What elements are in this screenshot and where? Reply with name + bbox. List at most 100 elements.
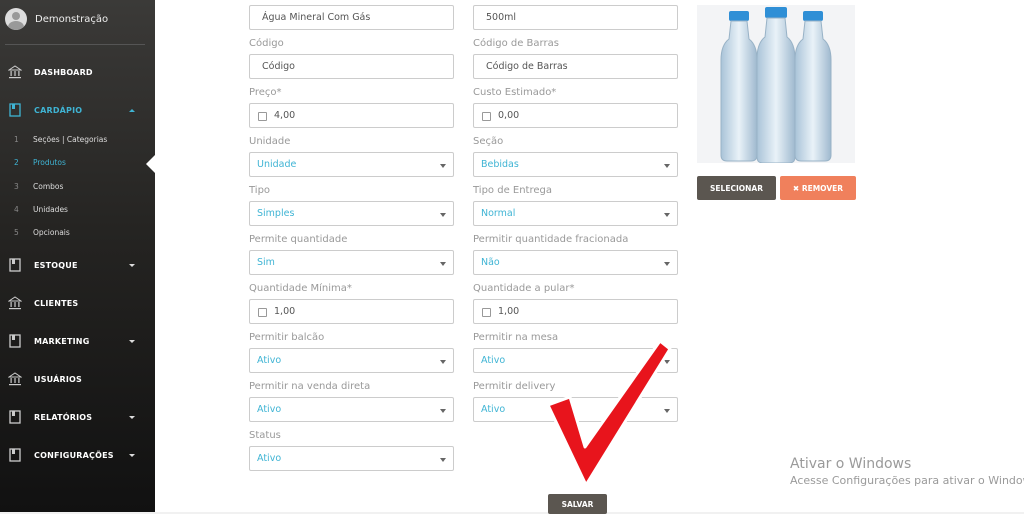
chevron-down-icon [664, 164, 670, 168]
submenu-item-unidades[interactable]: 4 Unidades [0, 205, 155, 219]
watermark-title: Ativar o Windows [790, 456, 912, 472]
book-icon [9, 258, 21, 272]
bank-icon [8, 296, 22, 310]
chevron-down-icon [664, 213, 670, 217]
user-profile[interactable]: Demonstração [5, 8, 108, 30]
chevron-down-icon [440, 360, 446, 364]
preco-input[interactable]: 4,00 [249, 103, 454, 128]
quantidade-fracionada-label: Permitir quantidade fracionada [473, 234, 629, 245]
remove-image-button[interactable]: ✖ REMOVER [780, 176, 856, 200]
balcao-select[interactable]: Ativo [249, 348, 454, 373]
submenu-label: Combos [33, 182, 64, 191]
sidebar-item-label: USUÁRIOS [34, 374, 82, 384]
input-value: 4,00 [274, 110, 296, 121]
quantidade-pular-input[interactable]: 1,00 [473, 299, 678, 324]
submenu-label: Unidades [33, 205, 68, 214]
sidebar-item-estoque[interactable]: ESTOQUE [0, 255, 155, 275]
active-indicator [146, 155, 155, 173]
sidebar-item-dashboard[interactable]: DASHBOARD [0, 62, 155, 82]
venda-direta-select[interactable]: Ativo [249, 397, 454, 422]
money-icon [258, 112, 267, 121]
cube-icon [258, 308, 267, 317]
chevron-down-icon [129, 339, 135, 343]
book-icon [9, 334, 21, 348]
bank-icon [8, 65, 22, 79]
input-value: 1,00 [498, 306, 520, 317]
sidebar-item-configuracoes[interactable]: CONFIGURAÇÕES [0, 445, 155, 465]
submenu-item-secoes[interactable]: 1 Seções | Categorias [0, 135, 155, 149]
select-value: Sim [257, 257, 275, 268]
secao-select[interactable]: Bebidas [473, 152, 678, 177]
custo-input[interactable]: 0,00 [473, 103, 678, 128]
select-image-button[interactable]: SELECIONAR [697, 176, 776, 200]
chevron-down-icon [440, 262, 446, 266]
save-button[interactable]: SALVAR [548, 494, 607, 514]
select-value: Bebidas [481, 159, 519, 170]
select-value: Ativo [257, 453, 282, 464]
quantidade-fracionada-select[interactable]: Não [473, 250, 678, 275]
quantidade-pular-label: Quantidade a pular* [473, 283, 575, 294]
unidade-label: Unidade [249, 136, 291, 147]
money-icon [482, 112, 491, 121]
select-value: Unidade [257, 159, 297, 170]
chevron-up-icon [129, 108, 135, 112]
checkmark-annotation-icon [546, 339, 672, 485]
select-value: Ativo [257, 355, 282, 366]
chevron-down-icon [440, 458, 446, 462]
submenu-number: 1 [14, 135, 19, 144]
codigo-barras-input[interactable]: Código de Barras [473, 54, 678, 79]
custo-label: Custo Estimado* [473, 87, 557, 98]
sidebar: Demonstração DASHBOARD CARDÁPIO 1 Seções… [0, 0, 155, 512]
book-icon [9, 448, 21, 462]
submenu-item-opcionais[interactable]: 5 Opcionais [0, 228, 155, 242]
submenu-number: 5 [14, 228, 19, 237]
submenu-item-combos[interactable]: 3 Combos [0, 182, 155, 196]
tipo-entrega-select[interactable]: Normal [473, 201, 678, 226]
sidebar-item-relatorios[interactable]: RELATÓRIOS [0, 407, 155, 427]
sidebar-item-label: CONFIGURAÇÕES [34, 450, 114, 460]
select-value: Não [481, 257, 500, 268]
quantidade-minima-label: Quantidade Mínima* [249, 283, 352, 294]
submenu-item-produtos[interactable]: 2 Produtos [0, 158, 155, 172]
codigo-barras-label: Código de Barras [473, 38, 559, 49]
sidebar-item-label: CLIENTES [34, 298, 79, 308]
sidebar-item-marketing[interactable]: MARKETING [0, 331, 155, 351]
submenu-label: Produtos [33, 158, 66, 167]
select-value: Normal [481, 208, 516, 219]
input-value: 500ml [486, 12, 517, 23]
sidebar-item-clientes[interactable]: CLIENTES [0, 293, 155, 313]
input-placeholder: Código de Barras [486, 61, 568, 72]
chevron-down-icon [440, 409, 446, 413]
watermark-subtitle: Acesse Configurações para ativar o Windo… [790, 474, 1024, 487]
sidebar-item-cardapio[interactable]: CARDÁPIO [0, 100, 155, 120]
water-bottles-image [720, 7, 832, 164]
sidebar-item-label: CARDÁPIO [34, 105, 83, 115]
chevron-down-icon [664, 262, 670, 266]
codigo-input[interactable]: Código [249, 54, 454, 79]
cube-icon [482, 308, 491, 317]
windows-activation-watermark: Ativar o Windows Acesse Configurações pa… [790, 456, 1024, 487]
permite-quantidade-select[interactable]: Sim [249, 250, 454, 275]
balcao-label: Permitir balcão [249, 332, 325, 343]
unidade-select[interactable]: Unidade [249, 152, 454, 177]
input-value: Água Mineral Com Gás [262, 12, 371, 23]
user-name: Demonstração [35, 13, 109, 25]
volume-input[interactable]: 500ml [473, 5, 678, 30]
input-value: 0,00 [498, 110, 520, 121]
permite-quantidade-label: Permite quantidade [249, 234, 348, 245]
input-value: 1,00 [274, 306, 296, 317]
status-label: Status [249, 430, 281, 441]
venda-direta-label: Permitir na venda direta [249, 381, 371, 392]
sidebar-item-usuarios[interactable]: USUÁRIOS [0, 369, 155, 389]
book-icon [9, 410, 21, 424]
sidebar-divider [5, 44, 145, 45]
select-value: Simples [257, 208, 295, 219]
codigo-label: Código [249, 38, 284, 49]
product-image [697, 5, 855, 164]
input-placeholder: Código [262, 61, 295, 72]
tipo-entrega-label: Tipo de Entrega [473, 185, 552, 196]
quantidade-minima-input[interactable]: 1,00 [249, 299, 454, 324]
nome-input[interactable]: Água Mineral Com Gás [249, 5, 454, 30]
tipo-select[interactable]: Simples [249, 201, 454, 226]
status-select[interactable]: Ativo [249, 446, 454, 471]
